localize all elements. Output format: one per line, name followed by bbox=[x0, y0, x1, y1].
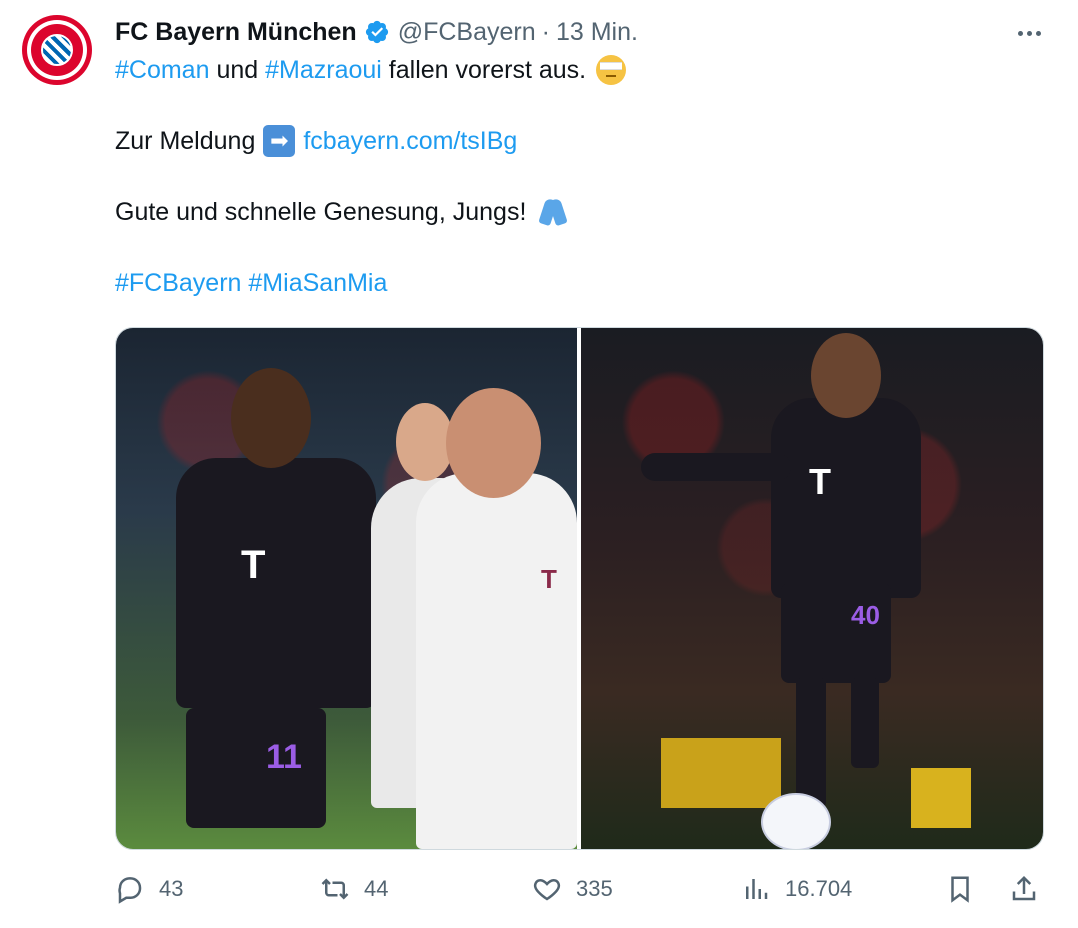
player-arm bbox=[641, 453, 791, 481]
tweet-text-segment: Gute und schnelle Genesung, Jungs! bbox=[115, 198, 527, 226]
like-icon bbox=[533, 878, 561, 901]
doctor-head bbox=[446, 388, 541, 498]
views-icon bbox=[746, 879, 768, 899]
tweet-media: T 11 T T 40 bbox=[115, 327, 1044, 850]
hashtag-mazraoui[interactable]: #Mazraoui bbox=[265, 52, 382, 88]
tweet-line-3: Gute und schnelle Genesung, Jungs! bbox=[115, 194, 1035, 230]
retweet-icon bbox=[321, 878, 349, 900]
author-handle[interactable]: @FCBayern bbox=[398, 18, 536, 47]
reply-button[interactable]: 43 bbox=[115, 866, 183, 912]
views-count: 16.704 bbox=[785, 876, 853, 901]
telekom-logo: T bbox=[809, 461, 831, 502]
reply-icon bbox=[118, 877, 142, 904]
tweet-text-segment: Zur Meldung bbox=[115, 127, 256, 155]
football bbox=[761, 793, 831, 849]
share-icon bbox=[1012, 875, 1036, 901]
more-dot bbox=[1035, 30, 1041, 36]
crest-diamond-pattern bbox=[41, 34, 73, 66]
header-separator: · bbox=[541, 17, 550, 46]
retweet-count: 44 bbox=[364, 876, 389, 901]
right-arrow-emoji-icon: ➡ bbox=[263, 125, 296, 157]
telekom-logo: T bbox=[241, 543, 266, 587]
tweet-header: FC Bayern München @FCBayern · 13 Min. bbox=[115, 14, 1018, 50]
tweet-line-4: #FCBayern #MiaSanMia bbox=[115, 265, 1035, 301]
tweet-text: #Coman und #Mazraoui fallen vorerst aus.… bbox=[115, 52, 1035, 301]
jersey-number: 11 bbox=[266, 738, 302, 776]
photo-coman[interactable]: T 11 T bbox=[116, 328, 577, 849]
avatar-ring bbox=[27, 20, 87, 80]
avatar[interactable] bbox=[22, 15, 92, 85]
player-head bbox=[231, 368, 311, 468]
doctor-coat bbox=[416, 473, 577, 849]
verified-badge-icon bbox=[365, 20, 388, 44]
player-shorts bbox=[781, 583, 891, 683]
author-name[interactable]: FC Bayern München bbox=[115, 18, 357, 47]
jersey-number: 40 bbox=[851, 600, 880, 630]
like-count: 335 bbox=[576, 876, 613, 901]
retweet-button[interactable]: 44 bbox=[320, 866, 388, 912]
article-link[interactable]: fcbayern.com/tsIBg bbox=[303, 123, 517, 159]
injured-face-emoji-icon bbox=[596, 55, 627, 85]
coat-logo: T bbox=[541, 564, 557, 594]
player-jersey bbox=[771, 398, 921, 598]
tweet-text-space bbox=[241, 265, 248, 301]
hashtag-miasanmia[interactable]: #MiaSanMia bbox=[248, 265, 387, 301]
player-jersey bbox=[176, 458, 376, 708]
tweet-text-segment: und bbox=[209, 56, 266, 84]
more-options-icon[interactable] bbox=[1014, 18, 1044, 48]
tweet-line-2: Zur Meldung ➡ fcbayern.com/tsIBg bbox=[115, 123, 1035, 159]
tweet-line-1: #Coman und #Mazraoui fallen vorerst aus. bbox=[115, 52, 1035, 88]
hashtag-coman[interactable]: #Coman bbox=[115, 52, 210, 88]
stadium-sign bbox=[911, 768, 971, 828]
more-dot bbox=[1026, 30, 1032, 36]
tweet-actions: 43 44 335 16.704 bbox=[115, 866, 1045, 912]
bayern-crest-icon bbox=[31, 24, 83, 76]
folded-hands-emoji-icon bbox=[536, 195, 570, 229]
reply-count: 43 bbox=[159, 876, 184, 901]
player-head bbox=[811, 333, 881, 418]
stadium-barrier bbox=[661, 738, 781, 808]
more-dot bbox=[1017, 30, 1023, 36]
player-leg bbox=[796, 678, 826, 808]
like-button[interactable]: 335 bbox=[532, 866, 613, 912]
player-leg bbox=[851, 678, 879, 768]
tweet-text-segment: fallen vorerst aus. bbox=[381, 56, 587, 84]
views-button[interactable]: 16.704 bbox=[741, 866, 852, 912]
bookmark-button[interactable] bbox=[945, 866, 975, 912]
tweet-timestamp[interactable]: 13 Min. bbox=[556, 18, 638, 47]
hashtag-fcbayern[interactable]: #FCBayern bbox=[115, 265, 241, 301]
player-shorts bbox=[186, 708, 326, 828]
photo-mazraoui[interactable]: T 40 bbox=[581, 328, 1043, 849]
share-button[interactable] bbox=[1009, 866, 1039, 912]
bookmark-icon bbox=[951, 876, 969, 903]
